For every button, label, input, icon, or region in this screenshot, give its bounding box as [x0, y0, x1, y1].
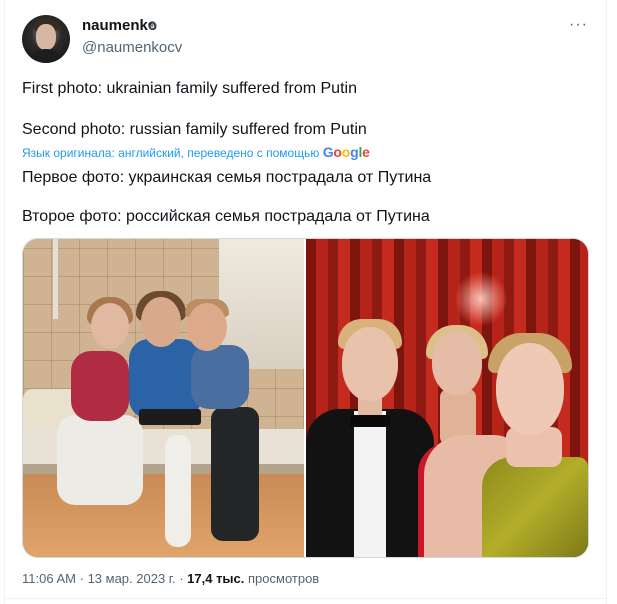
author-name[interactable]: naumenko: [82, 17, 157, 34]
timeline-border-right: [606, 0, 607, 604]
avatar-body: [27, 49, 65, 63]
meta-separator: ·: [179, 571, 184, 586]
photo-russian-family[interactable]: [306, 239, 588, 557]
views-count[interactable]: 17,4 тыс.: [187, 571, 244, 586]
trident-badge-icon: ⊕: [147, 18, 158, 32]
tweet-translated-line-1: Первое фото: украинская семья пострадала…: [22, 169, 432, 186]
views-label: просмотров: [248, 571, 320, 586]
tweet-timestamp[interactable]: 11:06 AM · 13 мар. 2023 г.: [22, 571, 176, 586]
tweet-media: [22, 238, 589, 558]
author-handle[interactable]: @naumenkocv: [82, 39, 182, 56]
avatar[interactable]: [22, 15, 70, 63]
tweet-translated-line-2: Второе фото: российская семья пострадала…: [22, 208, 430, 225]
avatar-face: [36, 24, 56, 50]
timeline-border-left: [4, 0, 5, 604]
translation-notice[interactable]: Язык оригинала: английский, переведено с…: [22, 144, 370, 160]
tweet-text-line-2: Second photo: russian family suffered fr…: [22, 121, 367, 138]
more-options-icon[interactable]: ···: [569, 16, 588, 34]
tweet-divider: [4, 598, 607, 599]
tweet-text-line-1: First photo: ukrainian family suffered f…: [22, 80, 357, 97]
google-logo: Google: [322, 144, 370, 160]
tweet-meta: 11:06 AM · 13 мар. 2023 г. · 17,4 тыс. п…: [22, 571, 319, 586]
photo-ukrainian-family[interactable]: [23, 239, 304, 557]
translation-notice-text: Язык оригинала: английский, переведено с…: [22, 146, 320, 160]
